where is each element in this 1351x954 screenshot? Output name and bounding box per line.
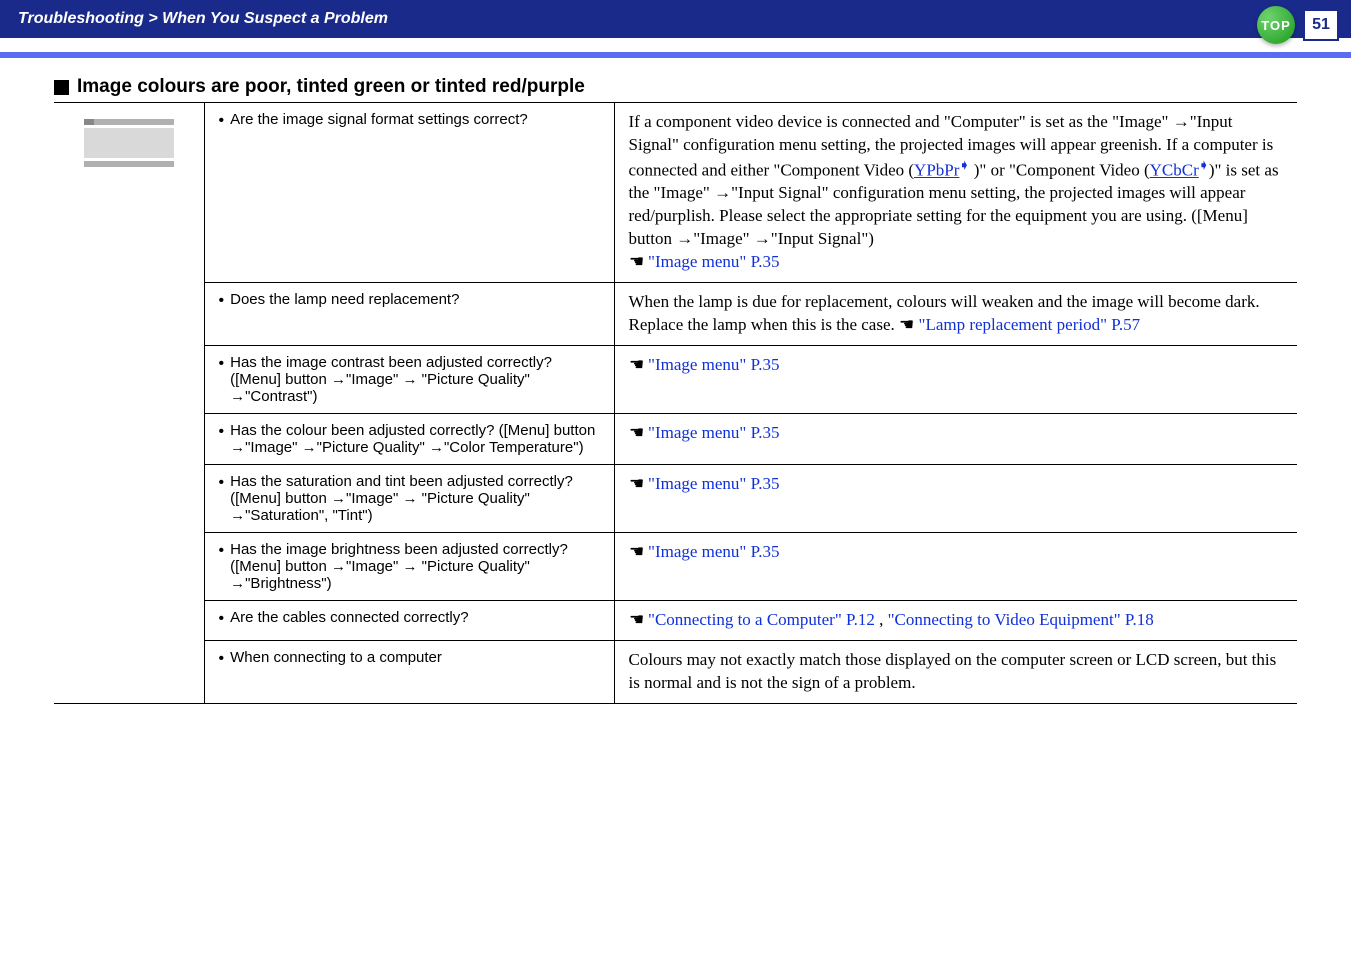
table-row: Has the image contrast been adjusted cor… [54,346,1297,414]
question-cell: Does the lamp need replacement? [204,283,614,346]
image-menu-link[interactable]: "Image menu" P.35 [648,252,779,271]
symptom-icon-cell [54,103,204,704]
ycbcr-link[interactable]: YCbCr [1150,161,1199,180]
answer-cell: If a component video device is connected… [614,103,1297,283]
answer-cell: Colours may not exactly match those disp… [614,641,1297,704]
question-cell: When connecting to a computer [204,641,614,704]
question-cell: Has the colour been adjusted correctly? … [204,414,614,465]
hand-icon: ☛ [629,251,644,274]
table-row: Has the saturation and tint been adjuste… [54,465,1297,533]
question-cell: Are the cables connected correctly? [204,601,614,641]
hand-icon: ☛ [899,314,914,337]
image-menu-link[interactable]: "Image menu" P.35 [648,423,779,442]
top-button[interactable]: TOP [1257,6,1295,44]
image-menu-link[interactable]: "Image menu" P.35 [648,355,779,374]
table-row: Are the cables connected correctly? ☛ "C… [54,601,1297,641]
table-row: Has the image brightness been adjusted c… [54,533,1297,601]
table-row: Has the colour been adjusted correctly? … [54,414,1297,465]
question-cell: Has the image brightness been adjusted c… [204,533,614,601]
hand-icon: ☛ [629,541,644,564]
hand-icon: ☛ [629,354,644,377]
glossary-icon[interactable]: ➧ [1199,158,1209,172]
question-cell: Has the image contrast been adjusted cor… [204,346,614,414]
glossary-icon[interactable]: ➧ [959,158,969,172]
connect-computer-link[interactable]: "Connecting to a Computer" P.12 [648,610,875,629]
table-row: Does the lamp need replacement? When the… [54,283,1297,346]
question-cell: Are the image signal format settings cor… [204,103,614,283]
lamp-replace-link[interactable]: "Lamp replacement period" P.57 [919,315,1141,334]
image-menu-link[interactable]: "Image menu" P.35 [648,542,779,561]
hand-icon: ☛ [629,473,644,496]
ypbpr-link[interactable]: YPbPr [914,161,959,180]
window-icon [84,119,174,167]
answer-cell: ☛ "Connecting to a Computer" P.12 , "Con… [614,601,1297,641]
troubleshoot-table: Are the image signal format settings cor… [54,102,1297,704]
hand-icon: ☛ [629,609,644,632]
section-heading: Image colours are poor, tinted green or … [54,76,1297,98]
image-menu-link[interactable]: "Image menu" P.35 [648,474,779,493]
square-bullet-icon [54,80,69,95]
table-row: Are the image signal format settings cor… [54,103,1297,283]
answer-cell: ☛ "Image menu" P.35 [614,414,1297,465]
breadcrumb: Troubleshooting > When You Suspect a Pro… [18,10,388,27]
answer-cell: ☛ "Image menu" P.35 [614,346,1297,414]
answer-cell: ☛ "Image menu" P.35 [614,465,1297,533]
question-cell: Has the saturation and tint been adjuste… [204,465,614,533]
hand-icon: ☛ [629,422,644,445]
answer-cell: ☛ "Image menu" P.35 [614,533,1297,601]
answer-cell: When the lamp is due for replacement, co… [614,283,1297,346]
page-number: 51 [1303,9,1339,41]
page-header: Troubleshooting > When You Suspect a Pro… [0,0,1351,38]
table-row: When connecting to a computer Colours ma… [54,641,1297,704]
connect-video-link[interactable]: "Connecting to Video Equipment" P.18 [888,610,1154,629]
